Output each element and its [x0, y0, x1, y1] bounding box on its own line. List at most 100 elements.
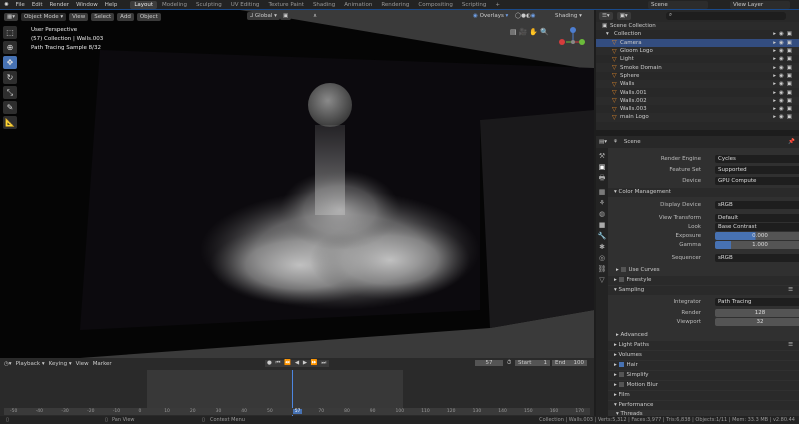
output-tab-icon[interactable]: 🖶: [599, 174, 606, 185]
editor-type-button[interactable]: ▦▾: [4, 12, 18, 21]
zoom-icon[interactable]: 🔍: [540, 28, 549, 36]
view-layer-selector[interactable]: View Layer: [730, 1, 790, 9]
playback-controls[interactable]: ● ⏮ ⏪ ◀ ▶ ⏩ ⏭: [265, 360, 330, 367]
end-frame-field[interactable]: End 100: [552, 360, 587, 366]
scene-collection-row[interactable]: ▣ Scene Collection: [596, 22, 799, 31]
visibility-icons[interactable]: ▸◉▣: [773, 98, 795, 104]
start-frame-field[interactable]: Start 1: [515, 360, 550, 366]
visibility-icons[interactable]: ▸◉▣: [773, 114, 795, 120]
render-tab-icon[interactable]: ▣: [599, 163, 606, 171]
particles-tab-icon[interactable]: ✱: [599, 243, 605, 251]
cursor-tool-icon[interactable]: ⊕: [3, 41, 17, 54]
menu-marker[interactable]: Marker: [93, 361, 112, 367]
timeline[interactable]: ◷▾ Playback ▾ Keying ▾ View Marker ● ⏮ ⏪…: [0, 358, 594, 416]
visibility-icons[interactable]: ▸◉▣: [773, 40, 795, 46]
menu-playback[interactable]: Playback ▾: [16, 361, 45, 367]
device-dropdown[interactable]: GPU Compute: [715, 177, 799, 185]
navigation-gizmo[interactable]: [556, 27, 586, 57]
performance-panel[interactable]: ▾ Performance: [608, 401, 799, 410]
camera-view-icon[interactable]: ▤: [510, 28, 517, 36]
visibility-icons[interactable]: ▸◉▣: [773, 73, 795, 79]
menu-edit[interactable]: Edit: [32, 2, 43, 8]
current-frame-field[interactable]: 57: [475, 360, 503, 366]
tab-animation[interactable]: Animation: [340, 1, 376, 9]
motion-blur-panel[interactable]: ▸ Motion Blur: [608, 381, 799, 390]
tab-compositing[interactable]: Compositing: [414, 1, 456, 9]
outliner-item[interactable]: ▽ main Logo ▸◉▣: [596, 113, 799, 122]
frame-ruler[interactable]: -50 -40 -30 -20 -10 0 10 20 30 40 50 57 70 80 90 100 110…: [4, 408, 590, 415]
outliner-item[interactable]: ▽ Sphere ▸◉▣: [596, 72, 799, 80]
outliner-item[interactable]: ▽ Walls.002 ▸◉▣: [596, 96, 799, 105]
feature-set-dropdown[interactable]: Supported: [715, 166, 799, 174]
outliner-item[interactable]: ▽ Walls.003 ▸◉▣: [596, 105, 799, 113]
visibility-icons[interactable]: ▸◉▣: [773, 65, 795, 71]
constraints-tab-icon[interactable]: ⛓: [598, 265, 607, 273]
shading-modes[interactable]: ◯●◐◉: [512, 12, 539, 20]
visibility-icons[interactable]: ▸◉▣: [773, 81, 795, 87]
tab-shading[interactable]: Shading: [309, 1, 339, 9]
menu-add[interactable]: Add: [117, 12, 134, 21]
snap-toggle[interactable]: ▣: [280, 12, 292, 20]
integrator-dropdown[interactable]: Path Tracing: [715, 298, 799, 306]
outliner-item[interactable]: ▽ Camera ▸◉▣: [596, 38, 799, 47]
look-dropdown[interactable]: Base Contrast: [715, 223, 799, 231]
outliner-item[interactable]: ▽ Walls.001 ▸◉▣: [596, 88, 799, 96]
visibility-icons[interactable]: ▸◉▣: [773, 56, 795, 62]
render-engine-dropdown[interactable]: Cycles: [715, 155, 799, 163]
sampling-panel[interactable]: ▾ Sampling ☰: [608, 286, 799, 295]
annotate-tool-icon[interactable]: ✎: [3, 101, 17, 114]
visibility-icons[interactable]: ▸◉▣: [773, 48, 795, 54]
outliner-item[interactable]: ▽ Light ▸◉▣: [596, 55, 799, 63]
light-paths-panel[interactable]: ▸ Light Paths ☰: [608, 341, 799, 350]
menu-render[interactable]: Render: [49, 2, 69, 8]
add-workspace-button[interactable]: +: [491, 1, 504, 9]
menu-keying[interactable]: Keying ▾: [49, 361, 72, 367]
overlays-dropdown[interactable]: ◉ Overlays ▾: [470, 12, 512, 20]
data-tab-icon[interactable]: ▽: [599, 276, 604, 284]
tab-scripting[interactable]: Scripting: [458, 1, 490, 9]
freestyle-panel[interactable]: ▸ Freestyle: [608, 276, 799, 285]
use-curves-panel[interactable]: ▸ Use Curves: [608, 266, 799, 275]
menu-window[interactable]: Window: [76, 2, 98, 8]
rotate-tool-icon[interactable]: ↻: [3, 71, 17, 84]
select-box-tool-icon[interactable]: ⬚: [3, 26, 17, 39]
visibility-icons[interactable]: ▸◉▣: [773, 90, 795, 96]
camera-icon[interactable]: 🎥: [519, 28, 528, 36]
world-tab-icon[interactable]: ◍: [599, 210, 605, 218]
menu-view[interactable]: View: [69, 12, 89, 21]
3d-viewport[interactable]: ▦▾ Object Mode ▾ View Select Add Object …: [0, 10, 594, 358]
blender-logo-icon[interactable]: ✺: [4, 2, 9, 8]
shading-dropdown[interactable]: Shading ▾: [552, 12, 585, 20]
outliner-item[interactable]: ▽ Gloom Logo ▸◉▣: [596, 46, 799, 56]
tab-layout[interactable]: Layout: [130, 0, 158, 9]
hair-panel[interactable]: ▸ Hair: [608, 361, 799, 370]
display-device-dropdown[interactable]: sRGB: [715, 201, 799, 209]
pin-icon[interactable]: 📌: [788, 139, 795, 145]
editor-type-button[interactable]: ◷▾: [4, 361, 12, 367]
filter-button[interactable]: ▣▾: [616, 12, 631, 20]
pan-hand-icon[interactable]: ✋: [529, 28, 538, 36]
menu-view[interactable]: View: [76, 361, 89, 367]
viewport-samples-field[interactable]: 32: [715, 318, 799, 326]
view-transform-dropdown[interactable]: Default: [715, 214, 799, 222]
collection-row[interactable]: ▾ Collection ▸◉▣: [596, 30, 799, 38]
stopwatch-icon[interactable]: ⏱: [507, 360, 511, 367]
simplify-panel[interactable]: ▸ Simplify: [608, 371, 799, 380]
scale-tool-icon[interactable]: ⤡: [3, 86, 17, 99]
tab-sculpting[interactable]: Sculpting: [192, 1, 226, 9]
object-tab-icon[interactable]: ■: [599, 221, 606, 229]
physics-tab-icon[interactable]: ◎: [599, 254, 605, 262]
visibility-icons[interactable]: ▸◉▣: [773, 106, 795, 112]
sequencer-dropdown[interactable]: sRGB: [715, 254, 799, 262]
color-management-panel[interactable]: ▾ Color Management: [608, 188, 799, 197]
volumes-panel[interactable]: ▸ Volumes: [608, 351, 799, 360]
menu-file[interactable]: File: [16, 2, 25, 8]
tab-texture-paint[interactable]: Texture Paint: [264, 1, 308, 9]
outliner-item[interactable]: ▽ Walls ▸◉▣: [596, 80, 799, 89]
tab-uv-editing[interactable]: UV Editing: [227, 1, 264, 9]
exposure-slider[interactable]: 0.000: [715, 232, 799, 240]
menu-select[interactable]: Select: [91, 12, 115, 21]
scene-selector[interactable]: Scene: [648, 1, 708, 9]
scene-tab-icon[interactable]: ⚘: [599, 199, 605, 207]
gamma-slider[interactable]: 1.000: [715, 241, 799, 249]
